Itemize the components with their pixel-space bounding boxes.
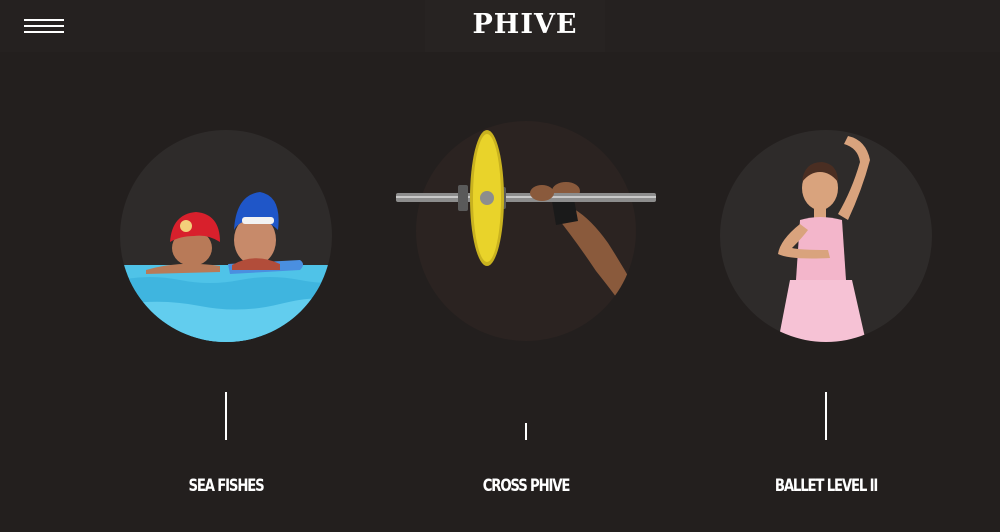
swimming-lesson-photo: [120, 130, 332, 342]
program-card-ballet-level-ii[interactable]: BALLET LEVEL II: [720, 130, 932, 500]
program-label: BALLET LEVEL II: [774, 476, 878, 496]
ballet-girl-photo: [720, 130, 932, 342]
menu-icon-bar-top: [24, 19, 64, 21]
program-card-cross-phive[interactable]: CROSS PHIVE: [392, 121, 660, 500]
menu-icon-bar-bottom: [24, 31, 64, 33]
barbell-icon: [396, 130, 656, 266]
divider-line: [525, 423, 527, 440]
program-card-sea-fishes[interactable]: SEA FISHES: [120, 130, 332, 500]
program-label: SEA FISHES: [188, 476, 264, 496]
program-label: CROSS PHIVE: [482, 476, 571, 496]
divider-line: [825, 392, 827, 440]
divider-line: [225, 392, 227, 440]
menu-icon-bar-middle: [24, 25, 64, 27]
site-logo[interactable]: PHIVE: [425, 9, 625, 40]
menu-button[interactable]: [18, 10, 70, 42]
